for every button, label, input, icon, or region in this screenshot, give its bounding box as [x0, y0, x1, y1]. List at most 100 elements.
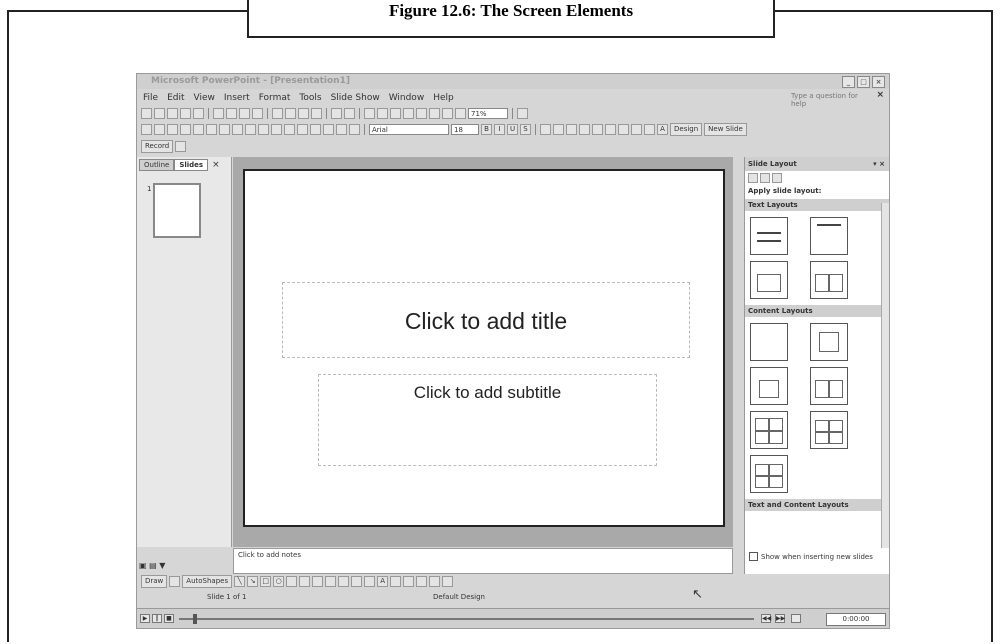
menu-file[interactable]: File: [143, 93, 158, 103]
text-box-icon[interactable]: [286, 576, 298, 587]
menu-view[interactable]: View: [194, 93, 215, 103]
open-icon[interactable]: [154, 108, 165, 119]
layout-large-content[interactable]: [750, 455, 788, 493]
zoom-select[interactable]: 71%: [468, 108, 508, 119]
rewind-icon[interactable]: ◀◀: [761, 614, 771, 623]
title-placeholder[interactable]: Click to add title: [282, 282, 690, 358]
tab-slides[interactable]: Slides: [174, 159, 209, 171]
paste-icon[interactable]: [298, 108, 309, 119]
pause-icon[interactable]: ‖: [152, 614, 162, 623]
menu-window[interactable]: Window: [389, 93, 425, 103]
format-painter-icon[interactable]: [311, 108, 322, 119]
save-icon[interactable]: [167, 108, 178, 119]
tab-outline[interactable]: Outline: [139, 159, 175, 171]
menu-edit[interactable]: Edit: [167, 93, 184, 103]
menu-tools[interactable]: Tools: [299, 93, 321, 103]
arrow-style-icon[interactable]: [416, 576, 428, 587]
toolbar-icon[interactable]: [193, 124, 204, 135]
select-objects-icon[interactable]: [169, 576, 181, 587]
slide-thumbnail[interactable]: [153, 183, 201, 238]
toolbar-icon[interactable]: [310, 124, 321, 135]
toolbar-icon[interactable]: [271, 124, 282, 135]
menu-format[interactable]: Format: [259, 93, 291, 103]
grid-icon[interactable]: [442, 108, 453, 119]
help-search-input[interactable]: Type a question for help: [791, 92, 871, 108]
cut-icon[interactable]: [272, 108, 283, 119]
new-icon[interactable]: [141, 108, 152, 119]
arrow-icon[interactable]: ↘: [247, 576, 259, 587]
3d-style-icon[interactable]: [442, 576, 454, 587]
research-icon[interactable]: [252, 108, 263, 119]
toolbar-icon[interactable]: [219, 124, 230, 135]
layout-content[interactable]: [810, 323, 848, 361]
toolbar-icon[interactable]: [167, 124, 178, 135]
play-icon[interactable]: ▶: [140, 614, 150, 623]
layout-four-content[interactable]: [750, 411, 788, 449]
increase-font-icon[interactable]: [605, 124, 616, 135]
design-button[interactable]: Design: [670, 123, 703, 136]
volume-icon[interactable]: [791, 614, 801, 623]
underline-icon[interactable]: U: [507, 124, 518, 135]
layout-title-content[interactable]: [750, 367, 788, 405]
font-color-icon[interactable]: A: [377, 576, 389, 587]
task-pane-scrollbar[interactable]: [881, 203, 889, 548]
redo-icon[interactable]: [344, 108, 355, 119]
toolbar-icon[interactable]: [232, 124, 243, 135]
minimize-button[interactable]: _: [842, 76, 855, 88]
dash-style-icon[interactable]: [403, 576, 415, 587]
rectangle-icon[interactable]: □: [260, 576, 272, 587]
view-buttons[interactable]: ▣ ▤ ▼: [139, 561, 165, 570]
toolbar-icon[interactable]: [141, 124, 152, 135]
fill-color-icon[interactable]: [351, 576, 363, 587]
insert-table-icon[interactable]: [377, 108, 388, 119]
menu-help[interactable]: Help: [433, 93, 454, 103]
seek-handle[interactable]: [193, 614, 197, 624]
close-button[interactable]: ×: [872, 76, 885, 88]
picture-icon[interactable]: [338, 576, 350, 587]
align-center-icon[interactable]: [553, 124, 564, 135]
home-icon[interactable]: [772, 173, 782, 183]
spelling-icon[interactable]: [239, 108, 250, 119]
print-preview-icon[interactable]: [226, 108, 237, 119]
layout-title-text[interactable]: [750, 261, 788, 299]
align-left-icon[interactable]: [540, 124, 551, 135]
toolbar-icon[interactable]: [245, 124, 256, 135]
insert-chart-icon[interactable]: [364, 108, 375, 119]
menu-slide-show[interactable]: Slide Show: [331, 93, 380, 103]
fast-forward-icon[interactable]: ▶▶: [775, 614, 785, 623]
italic-icon[interactable]: I: [494, 124, 505, 135]
forward-icon[interactable]: [760, 173, 770, 183]
menu-insert[interactable]: Insert: [224, 93, 250, 103]
numbering-icon[interactable]: [579, 124, 590, 135]
font-select[interactable]: Arial: [369, 124, 449, 135]
toolbar-icon[interactable]: [154, 124, 165, 135]
close-document-icon[interactable]: ×: [876, 90, 884, 100]
decrease-font-icon[interactable]: [618, 124, 629, 135]
maximize-button[interactable]: □: [857, 76, 870, 88]
layout-title-only[interactable]: [810, 217, 848, 255]
bullets-icon[interactable]: [592, 124, 603, 135]
new-slide-button[interactable]: New Slide: [704, 123, 747, 136]
record-button[interactable]: Record: [141, 140, 174, 153]
toolbar-icon[interactable]: [284, 124, 295, 135]
line-color-icon[interactable]: [364, 576, 376, 587]
toolbar-icon[interactable]: [297, 124, 308, 135]
oval-icon[interactable]: ○: [273, 576, 285, 587]
seek-track[interactable]: [179, 618, 754, 620]
hyperlink-icon[interactable]: [403, 108, 414, 119]
layout-two-column-text[interactable]: [810, 261, 848, 299]
draw-menu-button[interactable]: Draw: [141, 575, 168, 588]
tables-borders-icon[interactable]: [390, 108, 401, 119]
toolbar-icon[interactable]: [323, 124, 334, 135]
copy-icon[interactable]: [285, 108, 296, 119]
autoshapes-button[interactable]: AutoShapes: [182, 575, 233, 588]
toolbar-icon[interactable]: [180, 124, 191, 135]
close-pane-icon[interactable]: ×: [212, 160, 220, 170]
diagram-icon[interactable]: [312, 576, 324, 587]
shadow-icon[interactable]: S: [520, 124, 531, 135]
shadow-style-icon[interactable]: [429, 576, 441, 587]
help-icon[interactable]: [517, 108, 528, 119]
task-pane-close-icon[interactable]: ▾ ×: [873, 157, 885, 171]
permission-icon[interactable]: [180, 108, 191, 119]
stop-icon[interactable]: ■: [164, 614, 174, 623]
